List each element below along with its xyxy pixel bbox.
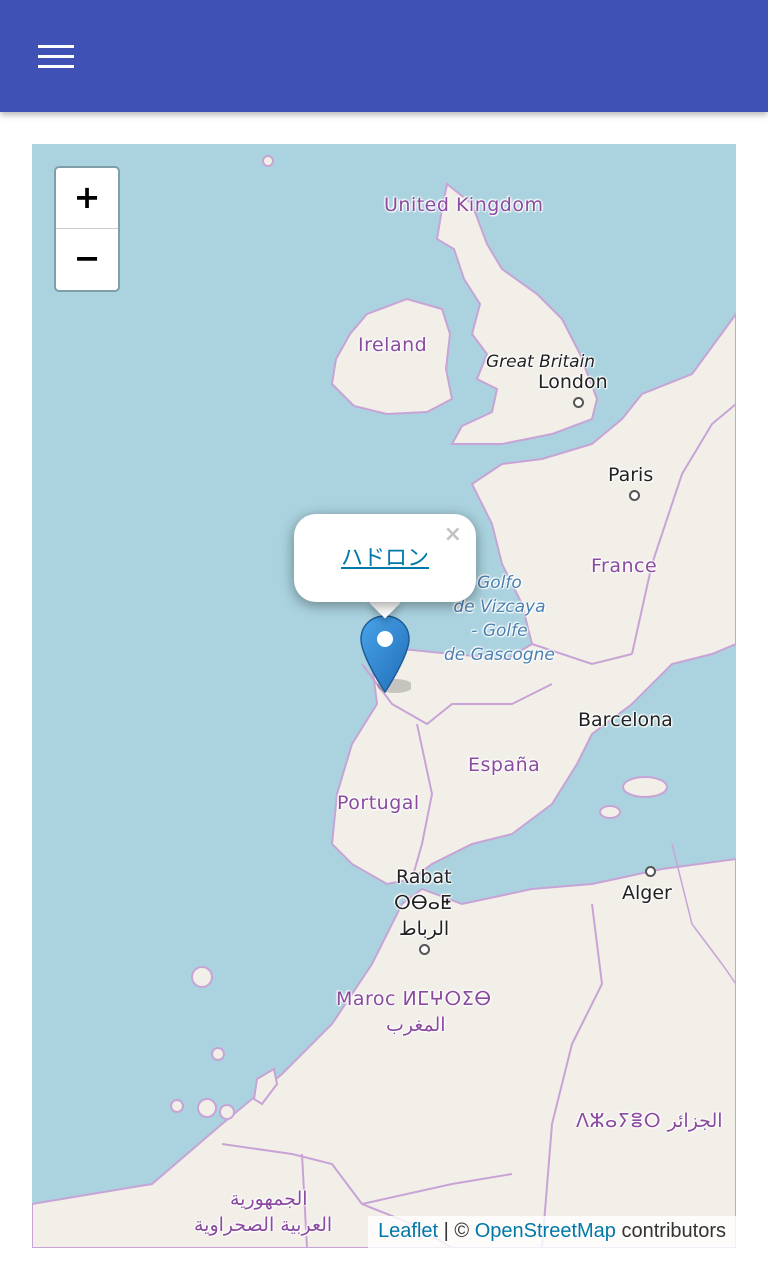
popup-link[interactable]: ハドロン <box>294 540 476 572</box>
city-dot-paris <box>629 490 640 501</box>
map-container[interactable]: United Kingdom Ireland Great Britain Lon… <box>32 144 736 1248</box>
city-dot-london <box>573 397 584 408</box>
map-marker-icon[interactable] <box>359 614 411 696</box>
attribution-separator: | © <box>438 1220 475 1242</box>
city-dot-alger <box>645 866 656 877</box>
hamburger-menu-icon[interactable] <box>26 30 86 82</box>
zoom-out-button[interactable]: − <box>56 229 118 289</box>
openstreetmap-link[interactable]: OpenStreetMap <box>475 1220 616 1242</box>
zoom-in-button[interactable]: + <box>56 168 118 229</box>
marker-popup: × ハドロン <box>294 514 476 602</box>
map-tiles <box>32 144 736 1248</box>
app-bar <box>0 0 768 112</box>
attribution: Leaflet | © OpenStreetMap contributors <box>368 1216 736 1248</box>
city-dot-rabat <box>419 944 430 955</box>
attribution-suffix: contributors <box>615 1220 726 1242</box>
leaflet-link[interactable]: Leaflet <box>378 1220 438 1242</box>
zoom-control: + − <box>54 166 120 292</box>
